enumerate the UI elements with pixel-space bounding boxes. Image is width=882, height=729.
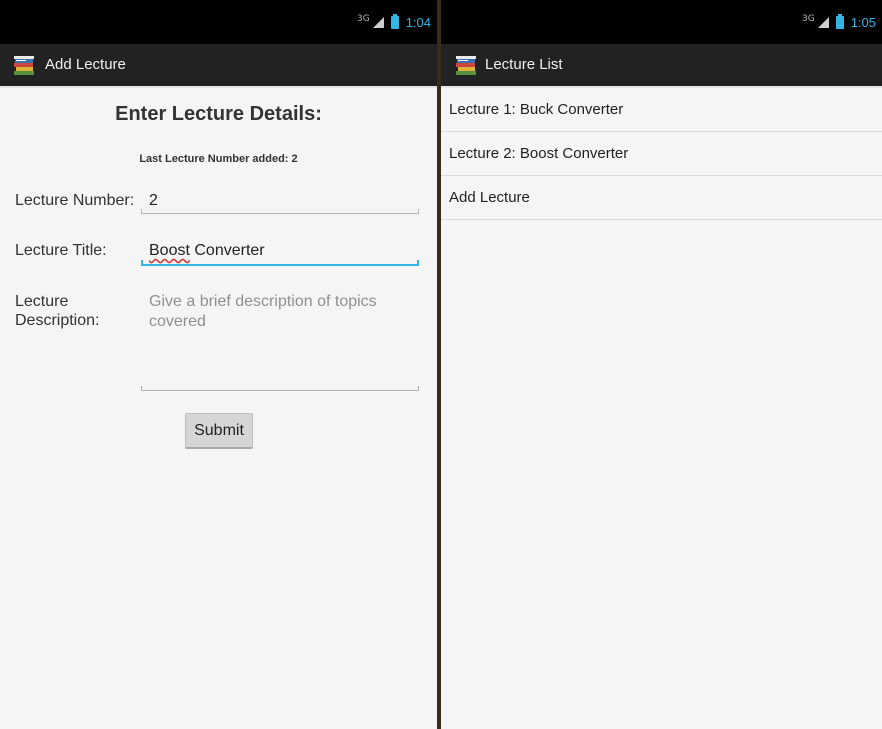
lecture-list: Lecture 1: Buck Converter Lecture 2: Boo…: [441, 88, 882, 220]
lecture-number-label: Lecture Number:: [15, 192, 135, 209]
field-underline: [141, 386, 419, 391]
lecture-list-screen: 3G 1:05 Lecture List Lecture 1: Buck Con…: [441, 0, 882, 729]
list-item[interactable]: Lecture 1: Buck Converter: [441, 88, 882, 132]
field-underline-focused: [141, 260, 419, 266]
lecture-number-field[interactable]: 2: [141, 192, 419, 216]
description-label-line2: Description:: [15, 312, 100, 329]
description-placeholder: Give a brief description of topics cover…: [149, 293, 377, 330]
books-app-icon[interactable]: [455, 54, 477, 76]
dual-screenshot: 3G 1:04 Add Lecture Enter Lecture Detail…: [0, 0, 882, 729]
action-bar: Lecture List: [441, 44, 882, 88]
title-rest: Converter: [189, 242, 265, 259]
battery-icon: [835, 13, 844, 29]
description-label-line1: Lecture: [15, 293, 69, 310]
list-item[interactable]: Lecture 2: Boost Converter: [441, 132, 882, 176]
action-bar: Add Lecture: [0, 44, 437, 88]
add-lecture-screen: 3G 1:04 Add Lecture Enter Lecture Detail…: [0, 0, 437, 729]
lecture-title-value: Boost Converter: [149, 242, 265, 260]
add-lecture-item[interactable]: Add Lecture: [441, 176, 882, 220]
status-time: 1:05: [850, 14, 876, 30]
status-indicators: 3G 1:04: [357, 12, 431, 32]
last-lecture-number-text: Last Lecture Number added: 2: [139, 153, 298, 165]
status-bar: 3G 1:04: [0, 0, 437, 44]
books-app-icon[interactable]: [13, 54, 35, 76]
signal-icon: [817, 16, 829, 28]
action-bar-title: Add Lecture: [45, 56, 126, 73]
misspelled-word: Boost: [149, 242, 190, 259]
signal-icon: [372, 16, 384, 28]
lecture-description-label: Lecture Description:: [15, 292, 99, 330]
lecture-number-value: 2: [149, 192, 158, 209]
form-heading: Enter Lecture Details:: [115, 103, 322, 125]
lecture-description-field[interactable]: Give a brief description of topics cover…: [141, 292, 419, 392]
lecture-title-field[interactable]: Boost Converter: [141, 242, 419, 268]
status-time: 1:04: [405, 14, 431, 30]
action-bar-title: Lecture List: [485, 56, 563, 73]
lecture-title-label: Lecture Title:: [15, 242, 107, 259]
submit-button[interactable]: Submit: [185, 413, 253, 449]
network-type: 3G: [801, 14, 815, 24]
status-indicators: 3G 1:05: [802, 12, 876, 32]
status-bar: 3G 1:05: [441, 0, 882, 44]
network-type: 3G: [356, 14, 370, 24]
battery-icon: [390, 13, 399, 29]
field-underline: [141, 209, 419, 214]
